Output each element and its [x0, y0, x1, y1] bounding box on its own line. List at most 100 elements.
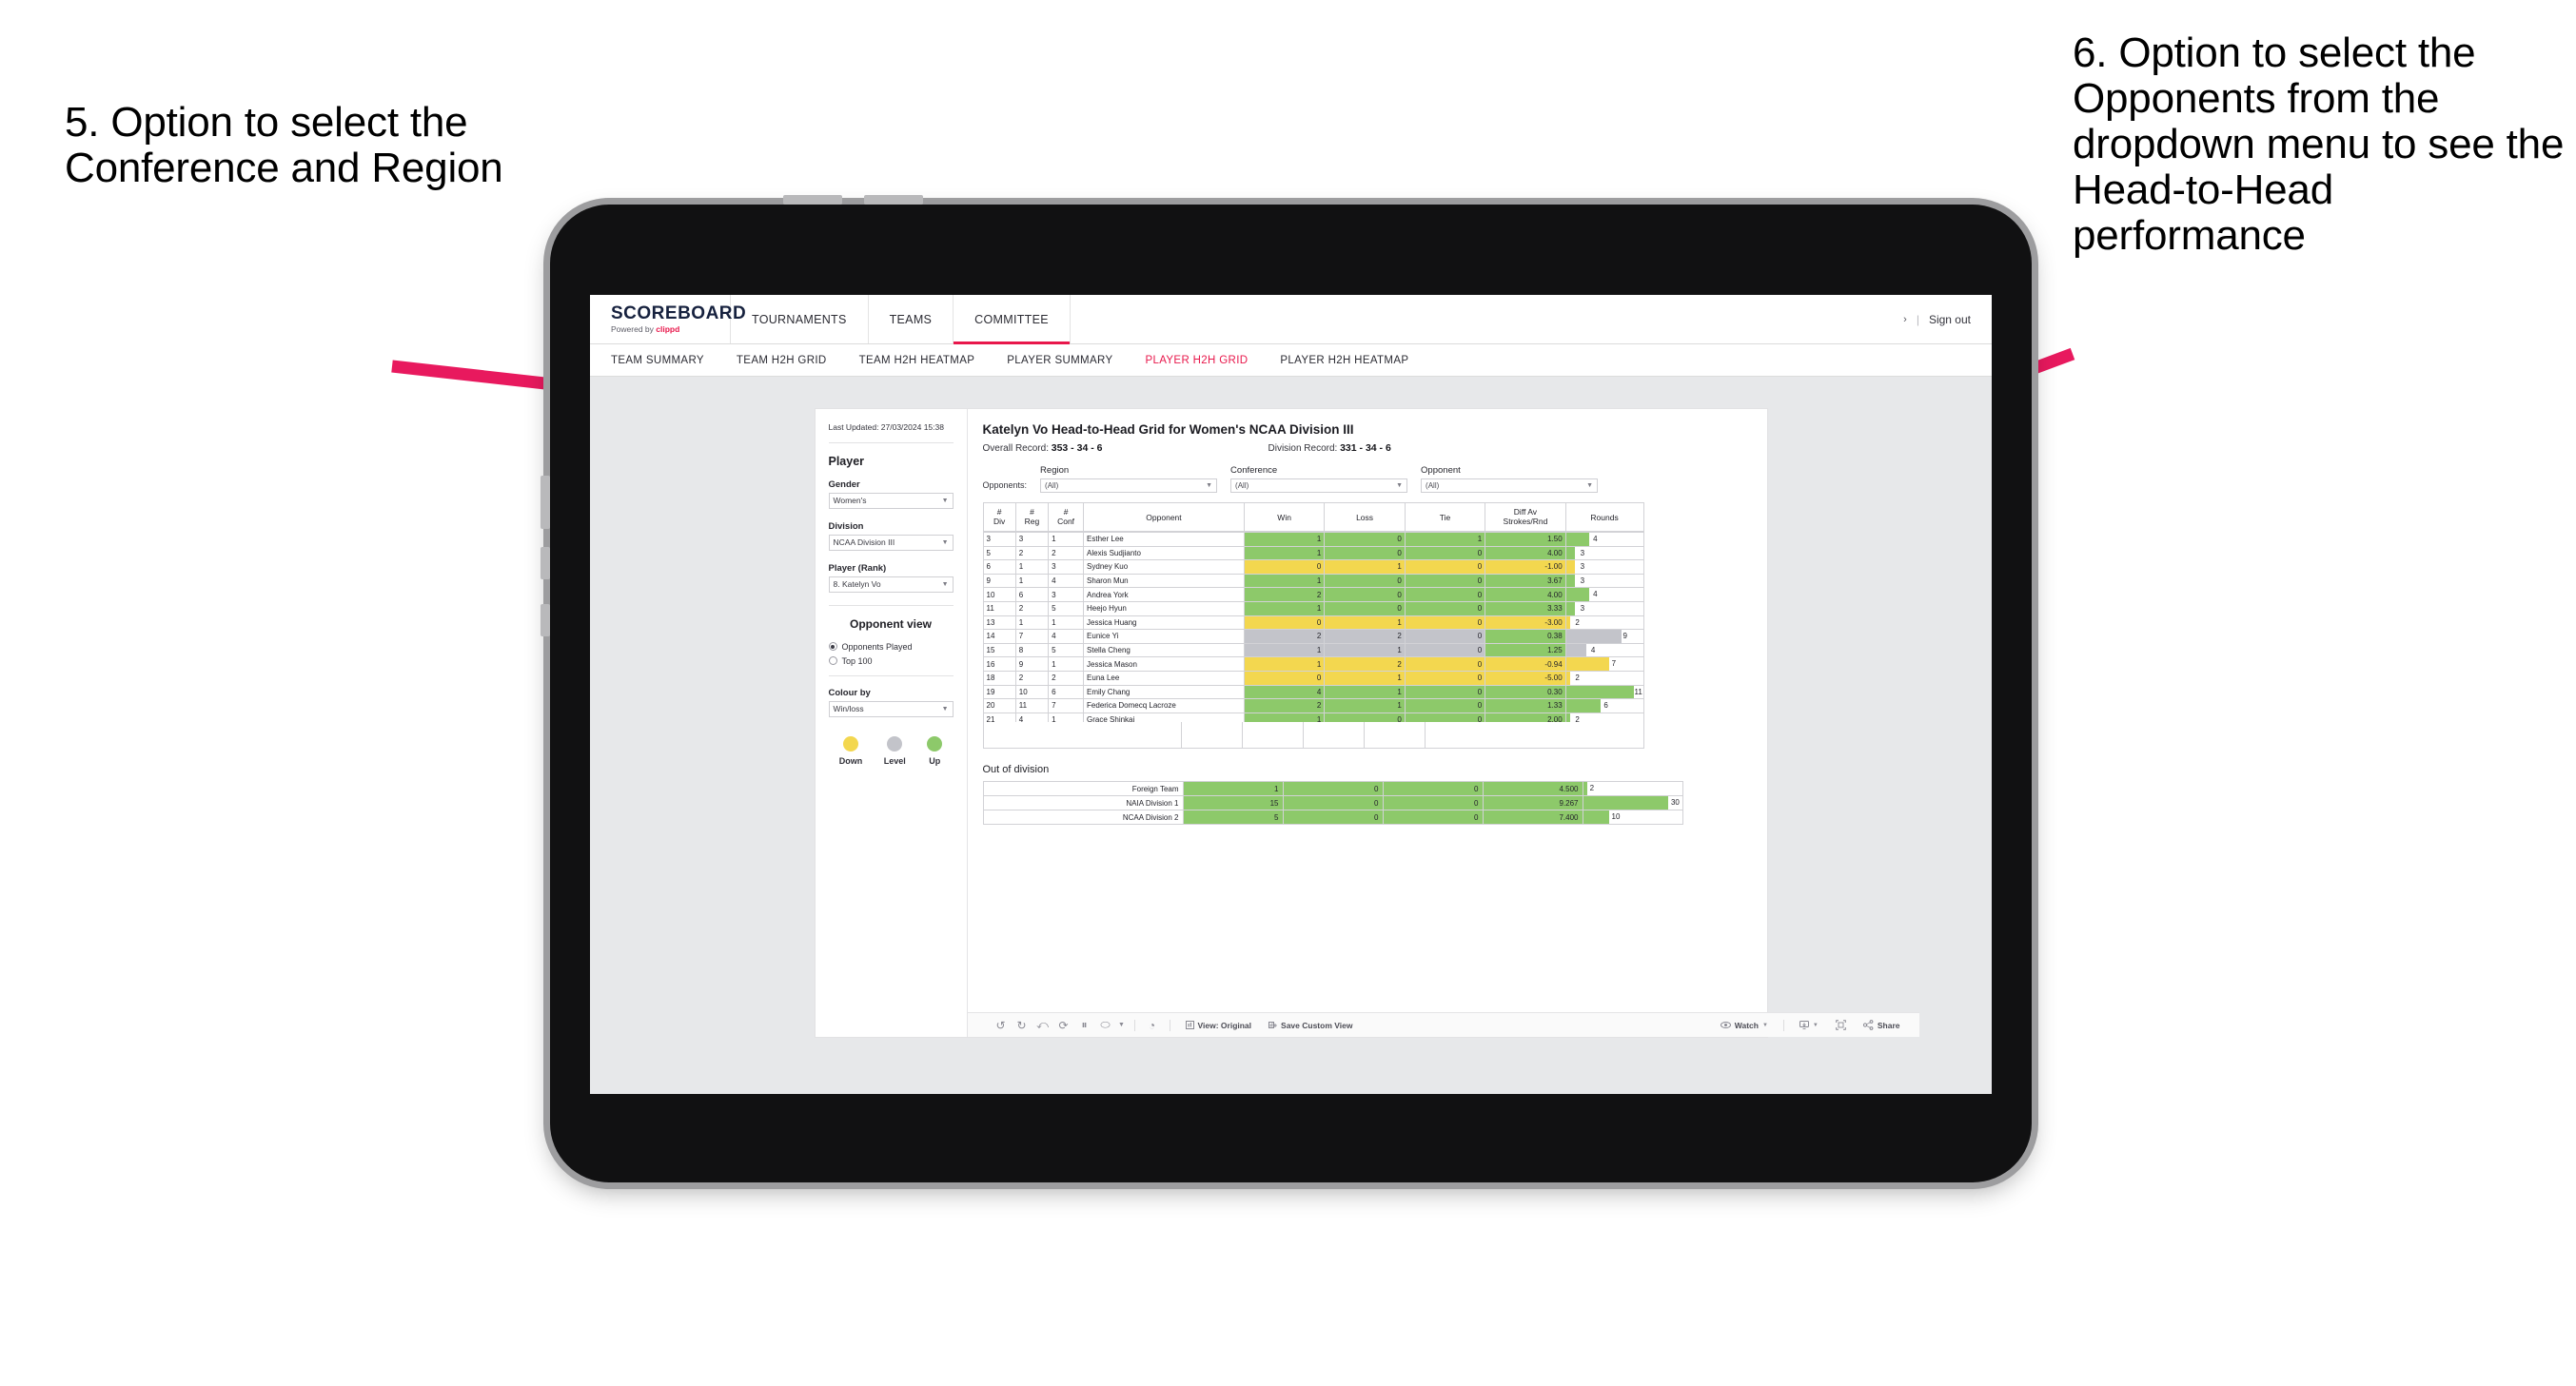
side-button-b[interactable]	[541, 604, 550, 636]
cell-reg: 10	[1014, 684, 1050, 700]
cell-div: 18	[982, 670, 1016, 686]
side-button-a[interactable]	[541, 547, 550, 579]
fullscreen-button[interactable]	[1827, 1013, 1855, 1038]
table-row[interactable]: 14 7 4 Eunice Yi 2 2 0 0.38 9	[982, 629, 1644, 644]
division-value: NCAA Division III	[833, 537, 895, 548]
table-row[interactable]: 16 9 1 Jessica Mason 1 2 0 -0.94 7	[982, 656, 1644, 672]
topnav-committee[interactable]: COMMITTEE	[954, 295, 1071, 344]
table-row[interactable]: 20 11 7 Federica Domecq Lacroze 2 1 0 1.33 6	[982, 698, 1644, 713]
sign-out-link[interactable]: Sign out	[1929, 313, 1971, 326]
header-separator: |	[1916, 312, 1919, 326]
cell-rounds: 10	[1582, 810, 1683, 825]
redo-icon[interactable]: ↻	[1012, 1013, 1032, 1038]
view-original-button[interactable]: View: Original	[1177, 1013, 1261, 1038]
cell-win: 1	[1243, 642, 1326, 658]
opponent-select[interactable]: (All) ▼	[1421, 478, 1599, 493]
subnav-team-h2h-heatmap[interactable]: TEAM H2H HEATMAP	[859, 355, 975, 366]
subnav-team-summary[interactable]: TEAM SUMMARY	[611, 355, 704, 366]
header-opponent: Opponent	[1083, 502, 1245, 532]
table-row[interactable]: Foreign Team 1 0 0 4.500 2	[982, 781, 1683, 796]
share-button[interactable]: Share	[1855, 1013, 1919, 1038]
cell-opponent: Esther Lee	[1083, 532, 1245, 547]
screenshot-root: 5. Option to select the Conference and R…	[0, 0, 2576, 1386]
legend-up: Up	[927, 735, 943, 766]
undo-icon[interactable]: ↺	[991, 1013, 1012, 1038]
table-row[interactable]: 18 2 2 Euna Lee 0 1 0 -5.00 2	[982, 670, 1644, 686]
table-row[interactable]: 19 10 6 Emily Chang 4 1 0 0.30 11	[982, 684, 1644, 700]
subnav-team-h2h-grid[interactable]: TEAM H2H GRID	[737, 355, 827, 366]
share-label: Share	[1877, 1020, 1900, 1030]
region-select[interactable]: (All) ▼	[1040, 478, 1218, 493]
show-me-icon[interactable]: ◔	[1142, 1013, 1163, 1038]
grid-scroll-area[interactable]: 3 3 1 Esther Lee 1 0 1 1.50 4 5 2 2 Alexis Sudjianto…	[982, 532, 1752, 722]
gender-select[interactable]: Women's ▼	[828, 492, 954, 509]
legend-level: Level	[884, 735, 906, 766]
cell-tie: 0	[1404, 573, 1486, 589]
volume-down-button[interactable]	[864, 195, 923, 205]
subnav-player-summary[interactable]: PLAYER SUMMARY	[1007, 355, 1112, 366]
topnav-teams[interactable]: TEAMS	[869, 295, 954, 343]
table-row[interactable]: 6 1 3 Sydney Kuo 0 1 0 -1.00 3	[982, 559, 1644, 575]
table-row[interactable]: NCAA Division 2 5 0 0 7.400 10	[982, 810, 1683, 825]
table-row[interactable]: 11 2 5 Heejo Hyun 1 0 0 3.33 3	[982, 600, 1644, 616]
cell-loss: 0	[1282, 810, 1384, 825]
cell-div: 16	[982, 656, 1016, 672]
table-row[interactable]: 10 6 3 Andrea York 2 0 0 4.00 4	[982, 587, 1644, 602]
table-row[interactable]: 3 3 1 Esther Lee 1 0 1 1.50 4	[982, 532, 1644, 547]
power-button[interactable]	[541, 476, 550, 529]
revert-icon[interactable]: ⤺	[1032, 1013, 1053, 1038]
cell-tie: 0	[1404, 629, 1486, 644]
app-logo[interactable]: SCOREBOARD Powered by clippd	[590, 295, 746, 343]
cell-conf: 1	[1048, 656, 1085, 672]
cell-rounds: 2	[1564, 670, 1644, 686]
cell-div: 11	[982, 600, 1016, 616]
cell-win: 1	[1243, 573, 1326, 589]
chevron-down-icon[interactable]: ▼	[1116, 1013, 1128, 1038]
cell-conf: 3	[1048, 587, 1085, 602]
table-row[interactable]: 13 1 1 Jessica Huang 0 1 0 -3.00 2	[982, 615, 1644, 631]
division-select[interactable]: NCAA Division III ▼	[828, 534, 954, 551]
overall-record: Overall Record: 353 - 34 - 6	[983, 442, 1268, 454]
cell-diff: 3.67	[1485, 573, 1566, 589]
player-rank-label: Player (Rank)	[828, 562, 887, 574]
volume-up-button[interactable]	[783, 195, 842, 205]
topnav-tournaments[interactable]: TOURNAMENTS	[731, 295, 869, 343]
cell-tie: 0	[1404, 600, 1486, 616]
cell-loss: 1	[1324, 559, 1406, 575]
radio-icon-selected	[828, 642, 837, 652]
chevron-down-icon: ▼	[1206, 482, 1213, 489]
save-custom-view-button[interactable]: Save Custom View	[1260, 1013, 1361, 1038]
legend-dot-up	[927, 735, 943, 752]
cell-loss: 2	[1324, 656, 1406, 672]
opponents-label: Opponents:	[982, 480, 1028, 490]
table-row[interactable]: 15 8 5 Stella Cheng 1 1 0 1.25 4	[982, 642, 1644, 658]
subnav-player-h2h-grid[interactable]: PLAYER H2H GRID	[1145, 355, 1248, 366]
watch-button[interactable]: Watch ▼	[1712, 1013, 1777, 1038]
radio-opponents-played[interactable]: Opponents Played	[828, 642, 954, 652]
cell-group-label: NAIA Division 1	[982, 795, 1184, 810]
subnav-player-h2h-heatmap[interactable]: PLAYER H2H HEATMAP	[1280, 355, 1408, 366]
cell-opponent: Jessica Mason	[1083, 656, 1245, 672]
download-button[interactable]: ▼	[1791, 1013, 1827, 1038]
eye-icon	[1720, 1022, 1731, 1028]
cell-group-label: Foreign Team	[982, 781, 1184, 796]
player-rank-select[interactable]: 8. Katelyn Vo ▼	[828, 576, 954, 593]
records-row: Overall Record: 353 - 34 - 6 Division Re…	[983, 442, 1752, 454]
pause-refresh-icon[interactable]: ⏸	[1074, 1013, 1095, 1038]
pan-icon[interactable]: ⬭	[1095, 1013, 1116, 1038]
opponent-view-heading: Opponent view	[849, 616, 932, 631]
table-row[interactable]: 5 2 2 Alexis Sudjianto 1 0 0 4.00 3	[982, 545, 1644, 561]
table-row[interactable]: 9 1 4 Sharon Mun 1 0 0 3.67 3	[982, 573, 1644, 589]
conference-select[interactable]: (All) ▼	[1230, 478, 1408, 493]
table-row[interactable]: NAIA Division 1 15 0 0 9.267 30	[982, 795, 1683, 810]
logo-tagline: Powered by clippd	[611, 325, 730, 334]
chevron-down-icon: ▼	[941, 705, 949, 713]
colour-by-select[interactable]: Win/loss ▼	[828, 700, 954, 717]
cell-opponent: Euna Lee	[1083, 670, 1245, 686]
cell-tie: 0	[1404, 559, 1486, 575]
fullscreen-icon	[1836, 1020, 1846, 1030]
radio-top-100[interactable]: Top 100	[828, 656, 954, 666]
legend-label-up: Up	[929, 755, 941, 766]
refresh-data-icon[interactable]: ⟳	[1053, 1013, 1074, 1038]
chevron-right-icon[interactable]: ›	[1903, 314, 1907, 325]
